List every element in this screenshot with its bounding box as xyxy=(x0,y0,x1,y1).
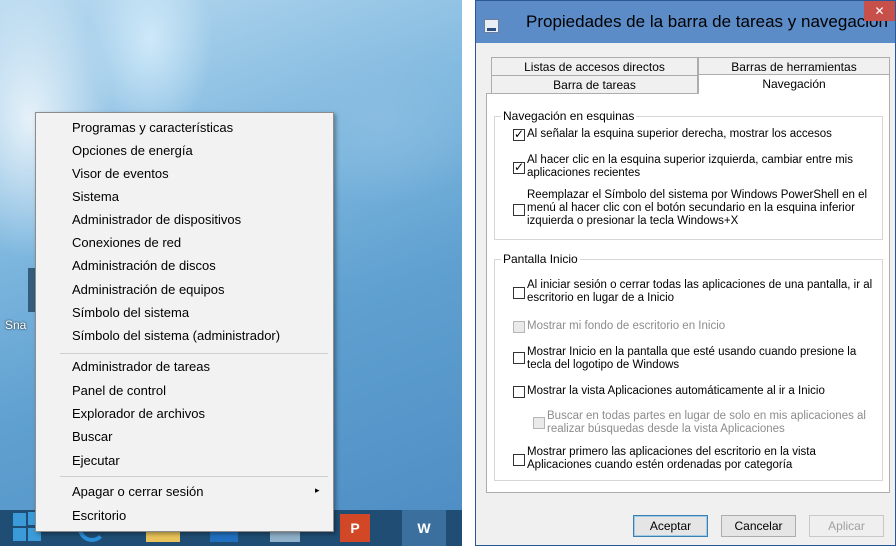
menu-item-simbolo-sistema-admin[interactable]: Símbolo del sistema (administrador) xyxy=(72,325,280,347)
checkbox-buscar-todas-partes[interactable] xyxy=(533,417,545,429)
tab-barra-tareas[interactable]: Barra de tareas xyxy=(491,75,698,93)
menu-item-escritorio[interactable]: Escritorio xyxy=(72,505,126,527)
menu-separator xyxy=(60,476,328,477)
apply-button[interactable]: Aplicar xyxy=(809,515,884,537)
checkbox-powershell[interactable] xyxy=(513,204,525,216)
menu-item-equipos[interactable]: Administración de equipos xyxy=(72,279,224,301)
menu-item-programas[interactable]: Programas y características xyxy=(72,117,233,139)
option-label: Mostrar primero las aplicaciones del esc… xyxy=(527,446,816,471)
checkbox-accesos[interactable] xyxy=(513,127,525,141)
taskbar-navigation-properties-dialog: Propiedades de la barra de tareas y nave… xyxy=(475,0,896,546)
tab-barras-herramientas[interactable]: Barras de herramientas xyxy=(698,57,890,75)
group-pantalla-inicio: Pantalla Inicio Al iniciar sesión o cerr… xyxy=(494,252,883,481)
menu-item-energia[interactable]: Opciones de energía xyxy=(72,140,193,162)
power-user-menu: Programas y características Opciones de … xyxy=(35,112,334,532)
submenu-arrow-icon: ▸ xyxy=(315,485,320,495)
word-icon[interactable]: W xyxy=(402,510,446,546)
tab-listas-accesos[interactable]: Listas de accesos directos xyxy=(491,57,698,75)
option-label: Mostrar la vista Aplicaciones automática… xyxy=(527,385,825,397)
group-title: Pantalla Inicio xyxy=(501,252,580,266)
tab-navegacion[interactable]: Navegación xyxy=(698,74,890,94)
close-button[interactable]: ✕ xyxy=(864,1,895,21)
menu-item-conexiones-red[interactable]: Conexiones de red xyxy=(72,232,181,254)
menu-item-dispositivos[interactable]: Administrador de dispositivos xyxy=(72,209,241,231)
menu-item-sistema[interactable]: Sistema xyxy=(72,186,119,208)
desktop-shortcut-label: Sna xyxy=(5,318,27,332)
menu-item-administrador-tareas[interactable]: Administrador de tareas xyxy=(72,356,210,378)
option-label: Buscar en todas partes en lugar de solo … xyxy=(547,410,866,435)
title-bar[interactable]: Propiedades de la barra de tareas y nave… xyxy=(476,1,895,43)
desktop-background: Sna P W Programas y características Opci… xyxy=(0,0,462,546)
option-label: Al iniciar sesión o cerrar todas las apl… xyxy=(527,279,873,304)
group-title: Navegación en esquinas xyxy=(501,109,637,123)
checkbox-aplicaciones-escritorio-primero[interactable] xyxy=(513,454,525,466)
menu-item-visor-eventos[interactable]: Visor de eventos xyxy=(72,163,169,185)
cancel-button[interactable]: Cancelar xyxy=(721,515,796,537)
powerpoint-icon[interactable]: P xyxy=(340,514,370,542)
group-navegacion-esquinas: Navegación en esquinas Al señalar la esq… xyxy=(494,109,883,240)
taskbar-properties-icon xyxy=(484,19,499,33)
menu-item-discos[interactable]: Administración de discos xyxy=(72,255,216,277)
checkbox-ir-escritorio[interactable] xyxy=(513,287,525,299)
dialog-title: Propiedades de la barra de tareas y nave… xyxy=(526,12,888,31)
ok-button[interactable]: Aceptar xyxy=(633,515,708,537)
option-label: Mostrar mi fondo de escritorio en Inicio xyxy=(527,320,726,332)
menu-item-buscar[interactable]: Buscar xyxy=(72,426,112,448)
menu-item-apagar[interactable]: Apagar o cerrar sesión xyxy=(72,481,204,503)
menu-item-ejecutar[interactable]: Ejecutar xyxy=(72,450,120,472)
option-label: Al señalar la esquina superior derecha, … xyxy=(527,128,832,140)
checkbox-inicio-pantalla[interactable] xyxy=(513,352,525,364)
menu-item-simbolo-sistema[interactable]: Símbolo del sistema xyxy=(72,302,189,324)
navegacion-tab-panel: Navegación en esquinas Al señalar la esq… xyxy=(486,93,890,493)
menu-separator xyxy=(60,353,328,354)
option-label: Al hacer clic en la esquina superior izq… xyxy=(527,154,853,179)
option-label: Reemplazar el Símbolo del sistema por Wi… xyxy=(527,189,868,227)
checkbox-vista-aplicaciones[interactable] xyxy=(513,386,525,398)
checkbox-fondo-escritorio[interactable] xyxy=(513,321,525,333)
checkbox-aplicaciones-recientes[interactable] xyxy=(513,160,525,174)
option-label: Mostrar Inicio en la pantalla que esté u… xyxy=(527,346,857,371)
menu-item-panel-control[interactable]: Panel de control xyxy=(72,380,166,402)
menu-item-explorador-archivos[interactable]: Explorador de archivos xyxy=(72,403,205,425)
